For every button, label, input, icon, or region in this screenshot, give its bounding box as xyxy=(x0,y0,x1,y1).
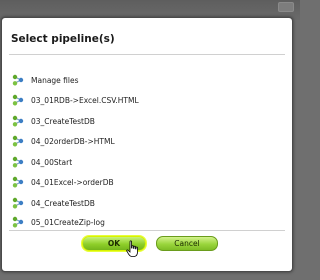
pipeline-icon xyxy=(12,74,24,86)
pipeline-item-label: 04_02orderDB->HTML xyxy=(31,136,115,146)
pipeline-item[interactable]: 04_02orderDB->HTML xyxy=(12,134,115,148)
pipeline-item-label: 04_01Excel->orderDB xyxy=(31,177,114,187)
pipeline-item[interactable]: 05_01CreateZip-log xyxy=(12,215,105,229)
hand-cursor-icon xyxy=(126,240,138,257)
pipeline-item-label: 04_00Start xyxy=(31,157,73,167)
pipeline-icon xyxy=(12,135,24,147)
dialog-title: Select pipeline(s) xyxy=(11,33,115,45)
pipeline-icon xyxy=(12,115,24,127)
pipeline-icon xyxy=(12,176,24,188)
pipeline-item-label: 03_CreateTestDB xyxy=(31,116,95,126)
pipeline-item-label: 05_01CreateZip-log xyxy=(31,217,105,227)
pipeline-item-label: Manage files xyxy=(31,75,79,85)
select-pipeline-dialog: × Select pipeline(s) Manage files 03_01R… xyxy=(1,17,293,272)
pipeline-item-label: 03_01RDB->Excel.CSV.HTML xyxy=(31,95,139,105)
pipeline-icon xyxy=(12,94,24,106)
pipeline-item[interactable]: 04_CreateTestDB xyxy=(12,196,95,210)
pipeline-icon xyxy=(12,197,24,209)
pipeline-item[interactable]: 04_01Excel->orderDB xyxy=(12,175,114,189)
pipeline-item[interactable]: 03_01RDB->Excel.CSV.HTML xyxy=(12,93,139,107)
pipeline-item-manage-files[interactable]: Manage files xyxy=(12,73,79,87)
pipeline-item[interactable]: 03_CreateTestDB xyxy=(12,114,95,128)
pipeline-item-label: 04_CreateTestDB xyxy=(31,198,95,208)
pipeline-list: Manage files 03_01RDB->Excel.CSV.HTML 03… xyxy=(9,54,285,231)
pipeline-icon xyxy=(12,216,24,228)
pipeline-icon xyxy=(12,156,24,168)
close-button[interactable]: × xyxy=(273,20,285,32)
cancel-button[interactable]: Cancel xyxy=(156,236,218,251)
pipeline-item[interactable]: 04_00Start xyxy=(12,155,72,169)
background-window-button xyxy=(278,2,294,12)
